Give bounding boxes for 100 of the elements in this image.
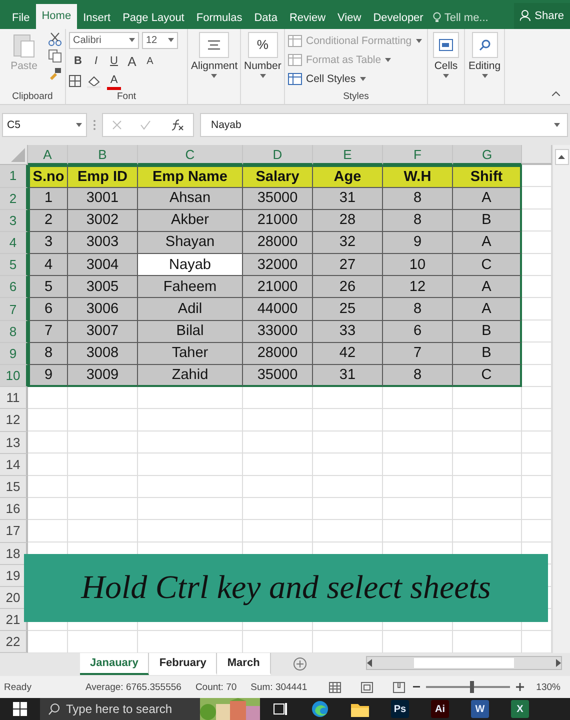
column-header[interactable]: B <box>68 145 138 166</box>
table-cell: 3 <box>28 232 68 254</box>
row-header[interactable]: 21 <box>0 609 28 632</box>
ribbon-tab[interactable]: Developer <box>367 6 430 29</box>
column-header[interactable]: G <box>453 145 522 166</box>
table-cell: 6 <box>28 298 68 321</box>
alignment-button[interactable]: Alignment <box>191 32 238 90</box>
task-view-icon[interactable] <box>272 702 288 716</box>
table-cell: Nayab <box>138 254 243 276</box>
collapse-ribbon-icon[interactable] <box>552 90 560 96</box>
table-cell: 1 <box>28 188 68 210</box>
cells-button[interactable]: Cells <box>431 32 461 90</box>
name-box[interactable]: C5 <box>2 113 87 138</box>
shrink-font-button[interactable]: A <box>141 52 159 70</box>
zoom-thumb[interactable] <box>470 681 474 694</box>
scroll-up-button[interactable] <box>554 149 568 166</box>
taskbar-search-field[interactable]: Type here to search <box>40 698 200 720</box>
row-header[interactable]: 17 <box>0 520 28 542</box>
scissors-icon[interactable] <box>48 32 62 46</box>
formula-field[interactable]: Nayab <box>200 113 568 138</box>
share-button[interactable]: Share <box>514 2 570 29</box>
column-header[interactable]: F <box>383 145 453 166</box>
table-cell: Faheem <box>138 276 243 298</box>
person-icon <box>520 10 531 22</box>
row-header[interactable]: 12 <box>0 409 28 432</box>
add-sheet-icon[interactable] <box>292 656 307 671</box>
row-header[interactable]: 8 <box>0 320 28 343</box>
ribbon-tab[interactable]: Insert <box>77 6 117 29</box>
row-header[interactable]: 3 <box>0 210 28 232</box>
function-icon[interactable] <box>170 119 184 132</box>
horizontal-scrollbar[interactable] <box>366 656 562 670</box>
row-header[interactable]: 13 <box>0 432 28 454</box>
table-cell: Bilal <box>138 320 243 343</box>
app-icon[interactable]: Ai <box>431 700 449 718</box>
font-name-field[interactable]: Calibri <box>69 32 139 49</box>
app-icon[interactable]: W <box>471 700 489 718</box>
caret-icon <box>482 74 488 78</box>
column-header[interactable]: A <box>28 145 68 166</box>
ribbon-tab[interactable]: Review <box>283 6 332 29</box>
page-break-icon[interactable] <box>393 682 406 693</box>
sheet-tab[interactable]: Janauary <box>80 652 150 675</box>
tell-me-field[interactable]: Tell me... <box>433 6 488 29</box>
row-header[interactable]: 14 <box>0 454 28 476</box>
row-header[interactable]: 4 <box>0 232 28 254</box>
table-cell: 33 <box>313 320 383 343</box>
row-header[interactable]: 5 <box>0 254 28 276</box>
row-header[interactable]: 11 <box>0 387 28 410</box>
table-cell: 7 <box>28 320 68 343</box>
font-size-field[interactable]: 12 <box>142 32 178 49</box>
underline-button[interactable]: U <box>105 52 123 70</box>
table-cell: 32 <box>313 232 383 254</box>
ribbon-tab[interactable]: Home <box>36 4 78 29</box>
page-layout-icon[interactable] <box>361 682 374 693</box>
row-header[interactable]: 10 <box>0 365 28 388</box>
row-header[interactable]: 16 <box>0 498 28 520</box>
folder-icon[interactable] <box>351 702 369 716</box>
browser-icon[interactable] <box>311 700 329 718</box>
borders-icon[interactable] <box>69 75 81 88</box>
style-menu-item[interactable]: Cell Styles <box>288 70 424 89</box>
app-icon[interactable]: Ps <box>391 700 409 718</box>
column-header[interactable]: C <box>138 145 243 166</box>
zoom-out-icon[interactable] <box>413 686 420 688</box>
fill-color-icon[interactable] <box>87 74 101 88</box>
align-icon <box>208 40 220 50</box>
ribbon-tab[interactable]: Data <box>248 6 284 29</box>
sheet-tab[interactable]: March <box>217 652 271 675</box>
row-header[interactable]: 9 <box>0 342 28 365</box>
caret-icon <box>443 74 449 78</box>
row-header[interactable]: 7 <box>0 298 28 321</box>
column-header[interactable]: D <box>243 145 313 166</box>
row-header[interactable]: 22 <box>0 631 28 653</box>
status-text: Sum: 304441 <box>250 682 308 693</box>
ribbon-tab[interactable]: View <box>332 6 368 29</box>
app-icon[interactable]: X <box>511 700 529 718</box>
grow-font-button[interactable]: A <box>123 52 141 70</box>
editing-button[interactable]: Editing <box>468 32 501 90</box>
row-header[interactable]: 15 <box>0 476 28 498</box>
italic-button[interactable]: I <box>87 52 105 70</box>
font-color-button[interactable]: A <box>107 72 121 90</box>
check-icon[interactable] <box>140 120 152 130</box>
number-button[interactable]: % Number <box>244 32 282 90</box>
bold-button[interactable]: B <box>69 52 87 70</box>
zoom-in-icon[interactable] <box>516 683 524 692</box>
copy-icon[interactable] <box>48 48 62 63</box>
group-label: Font <box>116 90 137 104</box>
sheet-tab[interactable]: February <box>149 652 218 675</box>
ribbon-tab[interactable]: File <box>6 6 36 29</box>
table-cell: A <box>453 276 522 298</box>
row-header[interactable]: 2 <box>0 188 28 210</box>
table-cell: 8 <box>383 298 453 321</box>
row-header[interactable]: 6 <box>0 276 28 298</box>
format-painter-icon[interactable] <box>48 66 62 80</box>
windows-icon[interactable] <box>13 702 27 716</box>
row-header[interactable]: 1 <box>0 165 28 188</box>
ribbon-tab[interactable]: Page Layout <box>116 6 190 29</box>
ribbon-tab[interactable]: Formulas <box>190 6 248 29</box>
normal-view-icon[interactable] <box>329 682 342 693</box>
column-header[interactable]: E <box>313 145 383 166</box>
table-cell: 6 <box>383 320 453 343</box>
status-text: Average: 6765.355556 <box>85 682 182 693</box>
